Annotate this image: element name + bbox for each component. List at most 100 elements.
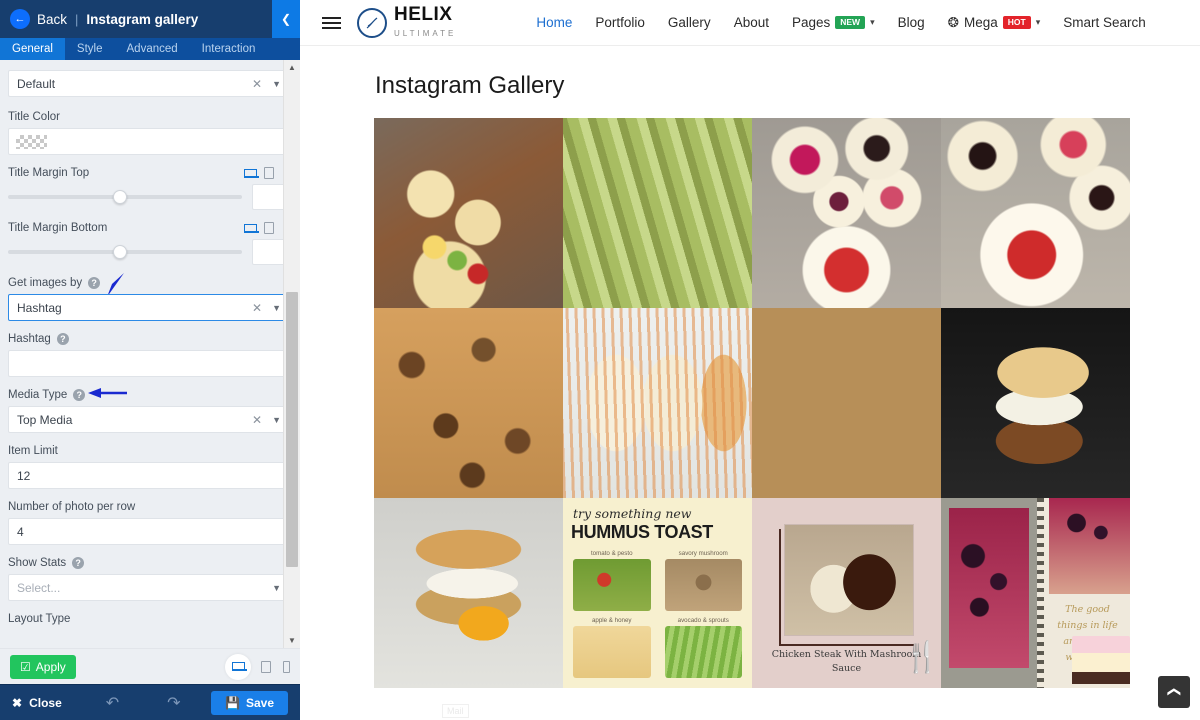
- field-title-margin-bottom: Title Margin Bottom: [8, 222, 290, 265]
- media-type-select[interactable]: Top Media ✕ ▼: [8, 406, 290, 433]
- gallery-item[interactable]: [563, 308, 752, 498]
- checkbox-icon: ☑: [20, 659, 31, 674]
- preset-select[interactable]: Default ✕ ▼: [8, 70, 290, 97]
- tab-style[interactable]: Style: [65, 38, 115, 60]
- gallery-item[interactable]: Chicken Steak With Mashroom Sauce 🍴: [752, 498, 941, 688]
- nav-item-blog[interactable]: Blog: [898, 15, 925, 30]
- gallery-item[interactable]: [563, 118, 752, 308]
- save-button-label: Save: [245, 695, 274, 710]
- toast-item-label: savory mushroom: [678, 550, 728, 557]
- tab-advanced[interactable]: Advanced: [115, 38, 190, 60]
- page-title: Instagram gallery: [86, 11, 199, 27]
- builder-app: ← Back | Instagram gallery ❮ General Sty…: [0, 0, 1200, 720]
- label-text: Number of photo per row: [8, 501, 136, 513]
- label-text: Show Stats: [8, 557, 67, 569]
- item-limit-input[interactable]: 12: [8, 462, 290, 489]
- field-layout-type: Layout Type: [8, 613, 290, 625]
- gallery-item[interactable]: try something new HUMMUS TOAST tomato & …: [563, 498, 752, 688]
- slider-thumb[interactable]: [113, 245, 128, 259]
- responsive-preview-toggle: [225, 653, 290, 680]
- photo-per-row-input[interactable]: 4: [8, 518, 290, 545]
- label-text: Hashtag: [8, 333, 51, 345]
- scroll-to-top-button[interactable]: ❮: [1158, 676, 1190, 708]
- help-icon[interactable]: ?: [56, 333, 69, 345]
- show-stats-select[interactable]: Select... ▼: [8, 574, 290, 601]
- scroll-down-arrow-icon[interactable]: ▼: [284, 633, 300, 648]
- toast-item: tomato & pesto: [573, 550, 651, 611]
- gallery-item[interactable]: [374, 118, 563, 308]
- gallery-item[interactable]: [941, 118, 1130, 308]
- toast-item-image: [573, 626, 651, 678]
- desktop-preview-button[interactable]: [225, 653, 251, 680]
- scroll-up-arrow-icon[interactable]: ▲: [284, 60, 300, 75]
- chevron-down-icon[interactable]: ▼: [272, 303, 281, 313]
- scrollbar-thumb[interactable]: [286, 292, 298, 567]
- nav-item-mega-label: Mega: [963, 15, 998, 30]
- logo-text: HELIX ULTIMATE: [394, 5, 456, 40]
- help-icon[interactable]: ?: [73, 389, 86, 401]
- mail-ghost-label: Mail: [442, 704, 469, 718]
- toast-item-image: [664, 626, 742, 678]
- sidebar-scrollbar[interactable]: ▲ ▼: [283, 60, 300, 648]
- tablet-icon[interactable]: [264, 222, 274, 234]
- gallery-image: [563, 118, 752, 308]
- gallery-image: [752, 308, 941, 498]
- title-margin-top-slider[interactable]: [8, 190, 242, 204]
- gallery-item[interactable]: [374, 498, 563, 688]
- toast-item: savory mushroom: [664, 550, 742, 611]
- back-button-label[interactable]: Back: [37, 12, 67, 27]
- hashtag-input[interactable]: [8, 350, 290, 377]
- tab-general[interactable]: General: [0, 38, 65, 65]
- cube-icon: ❂: [947, 14, 959, 30]
- tab-interaction[interactable]: Interaction: [190, 38, 268, 60]
- clear-icon[interactable]: ✕: [252, 301, 262, 315]
- nav-item-pages[interactable]: Pages NEW ▾: [792, 15, 875, 30]
- nav-item-home[interactable]: Home: [536, 15, 572, 30]
- nav-item-smart-search[interactable]: Smart Search: [1063, 15, 1146, 30]
- title-color-swatch[interactable]: [8, 128, 290, 155]
- title-margin-bottom-slider[interactable]: [8, 245, 242, 259]
- gallery-item[interactable]: [374, 308, 563, 498]
- toast-item-label: tomato & pesto: [590, 550, 633, 557]
- clear-icon[interactable]: ✕: [252, 77, 262, 91]
- nav-item-pages-label: Pages: [791, 15, 831, 30]
- gallery-image: [374, 118, 563, 308]
- clear-icon[interactable]: ✕: [252, 413, 262, 427]
- chevron-down-icon[interactable]: ▼: [272, 415, 281, 425]
- gallery-item[interactable]: [752, 308, 941, 498]
- chevron-down-icon[interactable]: ▼: [272, 583, 281, 593]
- close-button[interactable]: ✖ Close: [12, 696, 62, 710]
- gallery-item[interactable]: [752, 118, 941, 308]
- save-button[interactable]: 💾 Save: [211, 690, 288, 715]
- apply-button[interactable]: ☑ Apply: [10, 654, 76, 679]
- back-arrow-icon[interactable]: ←: [10, 9, 30, 29]
- nav-item-about[interactable]: About: [734, 15, 769, 30]
- nav-item-mega[interactable]: ❂ Mega HOT ▾: [948, 15, 1041, 31]
- help-icon[interactable]: ?: [88, 277, 101, 289]
- hamburger-icon[interactable]: [322, 16, 341, 29]
- chevron-down-icon[interactable]: ▼: [272, 79, 281, 89]
- undo-icon[interactable]: ↶: [106, 693, 119, 713]
- tablet-icon[interactable]: [264, 167, 274, 179]
- toast-item-label: avocado & sprouts: [677, 617, 729, 624]
- title-margin-top-label: Title Margin Top: [8, 167, 290, 179]
- nav-item-gallery[interactable]: Gallery: [668, 15, 711, 30]
- get-images-by-select[interactable]: Hashtag ✕ ▼: [8, 294, 290, 321]
- gallery-image: [941, 308, 1130, 498]
- mobile-preview-button[interactable]: [283, 660, 290, 673]
- site-logo[interactable]: HELIX ULTIMATE: [357, 5, 456, 40]
- gallery-item[interactable]: [941, 308, 1130, 498]
- field-photo-per-row: Number of photo per row 4: [8, 501, 290, 545]
- instagram-gallery-grid: try something new HUMMUS TOAST tomato & …: [374, 118, 1130, 690]
- floppy-disk-icon: 💾: [225, 695, 240, 710]
- redo-icon[interactable]: ↷: [167, 693, 180, 713]
- collapse-sidebar-button[interactable]: ❮: [272, 0, 300, 38]
- desktop-icon[interactable]: [244, 168, 259, 178]
- slider-thumb[interactable]: [113, 190, 128, 204]
- nav-item-portfolio[interactable]: Portfolio: [595, 15, 645, 30]
- gallery-item[interactable]: The good things in life are better with …: [941, 498, 1130, 688]
- help-icon[interactable]: ?: [72, 557, 85, 569]
- desktop-icon[interactable]: [244, 223, 259, 233]
- tablet-preview-button[interactable]: [261, 660, 271, 673]
- primary-navigation: Home Portfolio Gallery About Pages NEW ▾…: [536, 15, 1145, 31]
